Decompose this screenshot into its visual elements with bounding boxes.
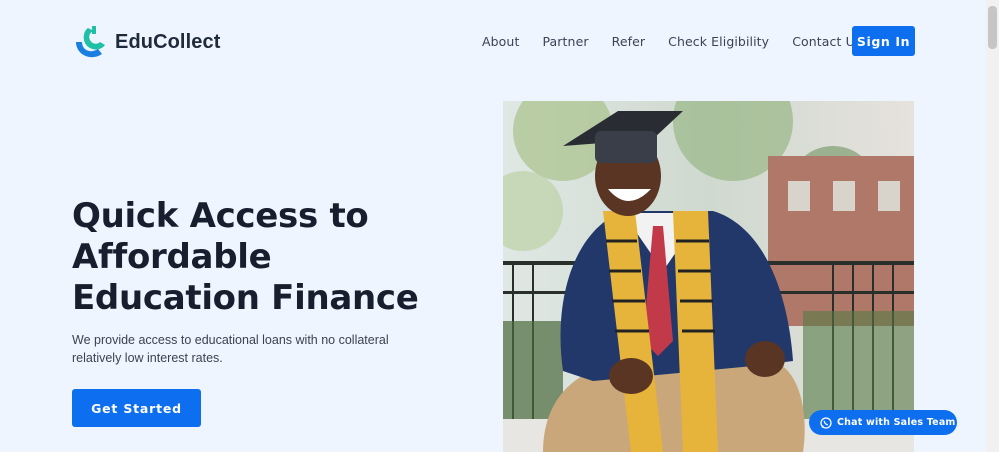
- page: EduCollect About Partner Refer Check Eli…: [0, 0, 985, 452]
- brand-name: EduCollect: [115, 30, 221, 53]
- chat-button-label: Chat with Sales Team: [837, 417, 956, 428]
- hero-title-line: Affordable: [72, 237, 272, 277]
- chat-with-sales-button[interactable]: Chat with Sales Team: [809, 410, 957, 435]
- hero-subtitle: We provide access to educational loans w…: [72, 333, 389, 365]
- get-started-button[interactable]: Get Started: [72, 389, 201, 427]
- graduate-photo-icon: [503, 101, 914, 452]
- nav-item-refer[interactable]: Refer: [612, 34, 646, 49]
- nav-item-about[interactable]: About: [482, 34, 519, 49]
- scrollbar-thumb[interactable]: [988, 6, 997, 49]
- hero-title: Quick Access to Affordable Education Fin…: [72, 196, 492, 319]
- hero-title-line: Education Finance: [72, 278, 419, 318]
- whatsapp-icon: [820, 416, 832, 429]
- nav-item-check-eligibility[interactable]: Check Eligibility: [668, 34, 769, 49]
- hero-title-line: Quick Access to: [72, 196, 369, 236]
- page-scrollbar[interactable]: [986, 0, 999, 452]
- educollect-logo-icon: [76, 26, 105, 58]
- hero-photo: [503, 101, 914, 452]
- main-nav: About Partner Refer Check Eligibility Co…: [482, 34, 884, 49]
- brand-logo[interactable]: EduCollect: [72, 24, 220, 60]
- nav-item-partner[interactable]: Partner: [542, 34, 588, 49]
- sign-in-button[interactable]: Sign In: [852, 26, 915, 56]
